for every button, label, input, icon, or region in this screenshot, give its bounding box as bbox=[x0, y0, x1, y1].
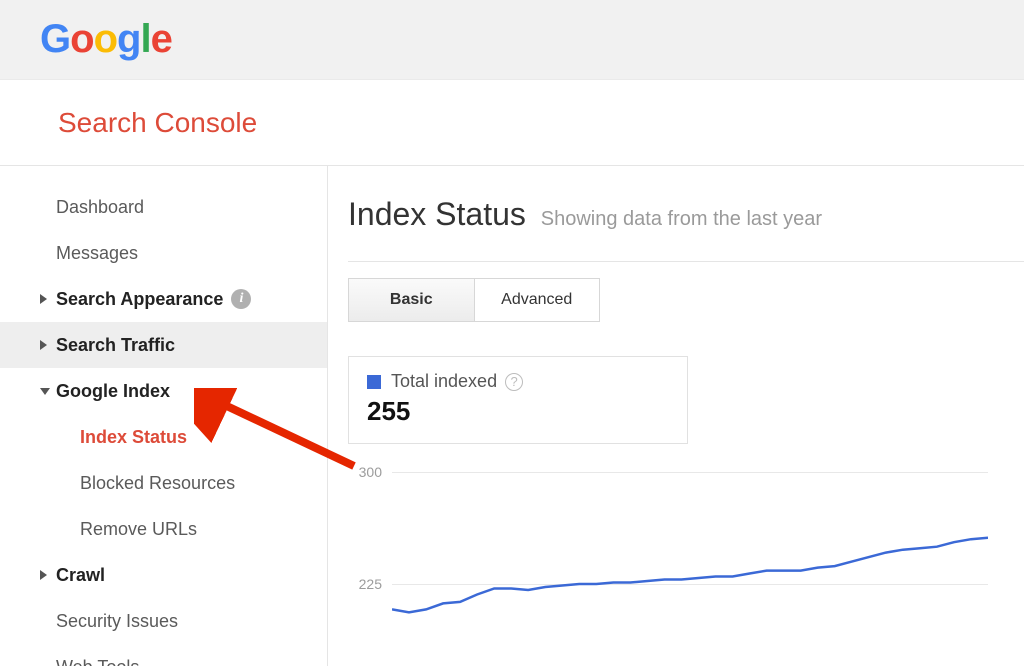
y-tick-label: 300 bbox=[348, 464, 382, 480]
sidebar-item-messages[interactable]: Messages bbox=[0, 230, 327, 276]
chart-line bbox=[392, 464, 988, 644]
sidebar-item-index-status[interactable]: Index Status bbox=[0, 414, 327, 460]
google-logo: Google bbox=[40, 17, 172, 62]
sidebar-item-label: Search Traffic bbox=[56, 335, 175, 356]
sidebar-item-crawl[interactable]: Crawl bbox=[0, 552, 327, 598]
page-heading: Index Status Showing data from the last … bbox=[348, 196, 1024, 233]
sidebar-item-web-tools[interactable]: Web Tools bbox=[0, 644, 327, 666]
sidebar-item-security-issues[interactable]: Security Issues bbox=[0, 598, 327, 644]
sidebar-item-search-traffic[interactable]: Search Traffic bbox=[0, 322, 327, 368]
main-content: Index Status Showing data from the last … bbox=[328, 166, 1024, 666]
info-icon[interactable]: i bbox=[231, 289, 251, 309]
chevron-right-icon bbox=[40, 294, 47, 304]
logo-letter: e bbox=[151, 17, 172, 61]
top-bar: Google bbox=[0, 0, 1024, 80]
sidebar-item-label: Blocked Resources bbox=[80, 473, 235, 494]
logo-letter: g bbox=[117, 17, 140, 61]
product-title: Search Console bbox=[58, 107, 257, 139]
chevron-right-icon bbox=[40, 340, 47, 350]
logo-letter: o bbox=[94, 17, 117, 61]
legend-label: Total indexed bbox=[391, 371, 497, 392]
sidebar-item-label: Messages bbox=[56, 243, 138, 264]
sidebar-item-label: Dashboard bbox=[56, 197, 144, 218]
sidebar-item-google-index[interactable]: Google Index bbox=[0, 368, 327, 414]
sidebar-item-blocked-resources[interactable]: Blocked Resources bbox=[0, 460, 327, 506]
logo-letter: l bbox=[140, 17, 150, 61]
tab-advanced[interactable]: Advanced bbox=[474, 279, 600, 321]
y-tick-label: 225 bbox=[348, 576, 382, 592]
legend-value: 255 bbox=[367, 396, 669, 427]
sidebar-item-label: Google Index bbox=[56, 381, 170, 402]
title-bar: Search Console bbox=[0, 80, 1024, 166]
logo-letter: G bbox=[40, 17, 70, 61]
sidebar-item-label: Remove URLs bbox=[80, 519, 197, 540]
tab-bar: Basic Advanced bbox=[348, 278, 600, 322]
sidebar-item-label: Search Appearance bbox=[56, 289, 223, 310]
sidebar-item-label: Crawl bbox=[56, 565, 105, 586]
tab-label: Advanced bbox=[501, 291, 572, 309]
chevron-down-icon bbox=[40, 388, 50, 395]
sidebar-item-label: Index Status bbox=[80, 427, 187, 448]
logo-letter: o bbox=[70, 17, 93, 61]
sidebar-item-label: Security Issues bbox=[56, 611, 178, 632]
chevron-right-icon bbox=[40, 570, 47, 580]
legend-swatch bbox=[367, 375, 381, 389]
sidebar-item-search-appearance[interactable]: Search Appearance i bbox=[0, 276, 327, 322]
page-title: Index Status bbox=[348, 196, 526, 232]
help-icon[interactable]: ? bbox=[505, 373, 523, 391]
sidebar-item-dashboard[interactable]: Dashboard bbox=[0, 184, 327, 230]
legend-box: Total indexed ? 255 bbox=[348, 356, 688, 444]
chart: 300 225 bbox=[348, 464, 988, 644]
sidebar: Dashboard Messages Search Appearance i S… bbox=[0, 166, 328, 666]
sidebar-item-label: Web Tools bbox=[56, 657, 139, 666]
page-subtitle: Showing data from the last year bbox=[541, 208, 822, 230]
tab-basic[interactable]: Basic bbox=[349, 279, 474, 321]
tab-label: Basic bbox=[390, 291, 433, 309]
sidebar-item-remove-urls[interactable]: Remove URLs bbox=[0, 506, 327, 552]
